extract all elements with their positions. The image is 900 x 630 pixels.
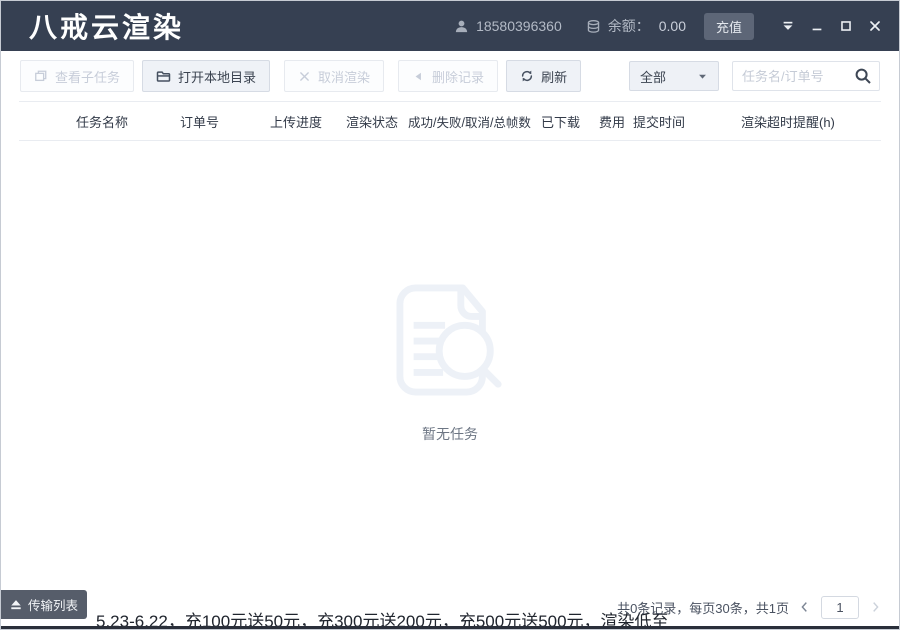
header-render-status: 渲染状态 [346,112,408,131]
empty-state-text: 暂无任务 [360,424,540,444]
table-header-row: 任务名称 订单号 上传进度 渲染状态 成功/失败/取消/总帧数 已下载 费用 提… [19,101,881,141]
close-icon[interactable] [867,18,883,34]
delete-records-label: 删除记录 [432,67,484,86]
no-tasks-document-search-icon [394,282,506,402]
header-order-number: 订单号 [180,112,270,131]
cancel-render-button[interactable]: 取消渲染 [284,60,384,92]
maximize-icon[interactable] [838,18,854,34]
search-input[interactable] [742,69,854,84]
refresh-icon [520,69,534,83]
search-icon[interactable] [854,67,872,85]
header-fee: 费用 [599,112,633,131]
header-frame-counts: 成功/失败/取消/总帧数 [408,112,541,131]
view-subtasks-label: 查看子任务 [55,67,120,86]
cancel-render-label: 取消渲染 [318,67,370,86]
account-info: 18580396360 [454,18,562,34]
titlebar: 八戒云渲染 18580396360 余额： 0.00 充值 [1,1,899,51]
refresh-button[interactable]: 刷新 [506,60,581,92]
transfer-list-button[interactable]: 传输列表 [1,590,87,619]
search-box [732,61,880,91]
collapse-to-tray-icon[interactable] [780,18,796,34]
balance-label: 余额： [608,16,650,36]
subtasks-icon [34,69,48,83]
window-bottom-edge [1,626,899,629]
prev-page-icon[interactable] [798,600,812,614]
recharge-button[interactable]: 充值 [704,13,754,40]
folder-icon [156,69,171,84]
user-icon [454,19,469,34]
app-logo: 八戒云渲染 [29,6,184,46]
delete-icon [412,70,425,83]
pagination: 共0条记录，每页30条，共1页 1 [617,593,882,621]
delete-records-button[interactable]: 删除记录 [398,60,498,92]
chevron-down-icon [697,71,708,82]
eject-up-icon [10,599,22,611]
balance-info: 余额： 0.00 [586,16,686,36]
header-timeout-reminder: 渲染超时提醒(h) [741,112,881,131]
cancel-icon [298,70,311,83]
status-filter-value: 全部 [640,67,666,86]
open-local-dir-label: 打开本地目录 [178,67,256,86]
transfer-list-label: 传输列表 [28,595,78,614]
window-controls [780,18,883,34]
coins-icon [586,19,601,34]
refresh-label: 刷新 [541,67,567,86]
next-page-icon[interactable] [868,600,882,614]
balance-value: 0.00 [659,18,686,34]
header-downloaded: 已下载 [541,112,599,131]
view-subtasks-button[interactable]: 查看子任务 [20,60,134,92]
toolbar: 查看子任务 打开本地目录 取消渲染 删除记录 刷新 [1,51,899,101]
header-upload-progress: 上传进度 [270,112,346,131]
account-number: 18580396360 [476,18,562,34]
status-filter-dropdown[interactable]: 全部 [629,61,719,91]
minimize-icon[interactable] [809,18,825,34]
header-submit-time: 提交时间 [633,112,741,131]
empty-state: 暂无任务 [360,282,540,444]
page-number-input[interactable]: 1 [821,596,859,619]
header-task-name: 任务名称 [76,112,180,131]
open-local-dir-button[interactable]: 打开本地目录 [142,60,270,92]
pagination-summary: 共0条记录，每页30条，共1页 [617,598,789,617]
app-window: 八戒云渲染 18580396360 余额： 0.00 充值 [0,0,900,630]
